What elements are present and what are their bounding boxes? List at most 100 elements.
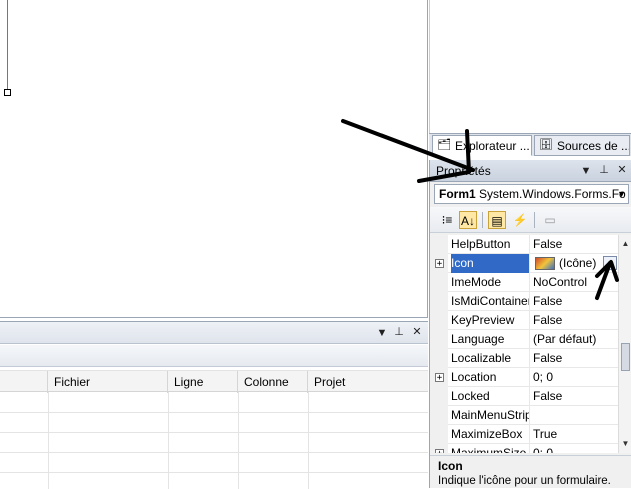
expand-icon[interactable]: + [435,449,444,453]
property-value[interactable]: False [533,235,618,254]
row-gutter [430,330,448,349]
list-column-divider [48,392,49,489]
column-header-blank[interactable] [0,371,48,393]
form-designer-surface[interactable] [0,0,428,318]
property-name: Location [451,368,530,387]
error-list-column-header: Fichier Ligne Colonne Projet [0,370,428,393]
property-value[interactable]: False [533,311,618,330]
property-grid: HelpButton False + Icon (Icône) … ImeMod… [430,235,631,453]
error-list-header: ▼ ⊥ ✕ [0,322,428,344]
property-name: KeyPreview [451,311,530,330]
property-row-language[interactable]: Language (Par défaut) [430,330,618,349]
object-selector-dropdown[interactable]: Form1 System.Windows.Forms.Fo ▼ [434,184,629,204]
description-title: Icon [438,459,463,473]
error-list-toolbar [0,345,428,367]
alphabetical-icon[interactable]: A↓ [459,211,477,229]
property-row-ismdicontainer[interactable]: IsMdiContainer False [430,292,618,311]
tab-label: Sources de ... [557,139,630,153]
property-value[interactable]: 0; 0 [533,368,618,387]
window-position-dropdown-icon[interactable]: ▼ [375,326,389,340]
property-name: ImeMode [451,273,530,292]
property-row-icon[interactable]: + Icon (Icône) … [430,254,618,273]
list-column-divider [168,392,169,489]
solution-explorer-icon: 🗂 [437,139,451,151]
property-row-maximizebox[interactable]: MaximizeBox True [430,425,618,444]
column-header-column[interactable]: Colonne [238,371,308,393]
events-icon[interactable]: ⚡ [511,211,529,229]
list-row-divider [0,452,428,453]
column-header-project[interactable]: Projet [308,371,428,393]
list-column-divider [308,392,309,489]
column-header-file[interactable]: Fichier [48,371,168,393]
row-gutter [430,425,448,444]
property-pages-icon[interactable]: ▭ [541,211,559,229]
property-row-imemode[interactable]: ImeMode NoControl [430,273,618,292]
property-row-mainmenustrip[interactable]: MainMenuStrip [430,406,618,425]
list-row-divider [0,472,428,473]
icon-preview-swatch [535,257,555,270]
property-value[interactable]: False [533,292,618,311]
row-gutter [430,311,448,330]
data-sources-icon: 🗄 [539,139,553,151]
toolbar-separator [482,212,483,228]
property-value-text: (Icône) [559,256,597,270]
property-name: Language [451,330,530,349]
scrollbar-thumb[interactable] [621,343,630,371]
property-value[interactable]: 0; 0 [533,444,618,453]
property-value[interactable]: False [533,349,618,368]
row-gutter: + [430,444,448,453]
properties-title: Propriétés [436,164,491,178]
property-row-localizable[interactable]: Localizable False [430,349,618,368]
property-value[interactable]: (Par défaut) [533,330,618,349]
property-name: Locked [451,387,530,406]
chevron-down-icon: ▼ [617,189,626,199]
properties-icon[interactable]: ▤ [488,211,506,229]
row-gutter [430,292,448,311]
properties-title-bar: Propriétés ▼ ⊥ ✕ [430,160,631,182]
property-name: IsMdiContainer [451,292,530,311]
properties-window: Propriétés ▼ ⊥ ✕ Form1 System.Windows.Fo… [429,160,631,488]
property-row-helpbutton[interactable]: HelpButton False [430,235,618,254]
property-grid-scrollbar[interactable]: ▲ ▼ [618,235,631,453]
scroll-up-icon[interactable]: ▲ [619,237,631,251]
list-row-divider [0,432,428,433]
tab-solution-explorer[interactable]: 🗂 Explorateur ... [432,135,532,156]
row-gutter: + [430,254,448,273]
form-resize-handle[interactable] [4,89,11,96]
property-name: HelpButton [451,235,530,254]
property-row-locked[interactable]: Locked False [430,387,618,406]
toolbar-separator [534,212,535,228]
property-value[interactable]: False [533,387,618,406]
list-column-divider [238,392,239,489]
error-list-panel: ▼ ⊥ ✕ Fichier Ligne Colonne Projet [0,321,428,489]
properties-toolbar: ⁝≡ A↓ ▤ ⚡ ▭ [430,207,631,233]
property-name: MainMenuStrip [451,406,530,425]
expand-icon[interactable]: + [435,373,444,383]
object-name: Form1 [439,187,476,201]
expand-icon[interactable]: + [435,259,444,269]
list-row-divider [0,412,428,413]
property-value[interactable]: (Icône) … [533,254,618,273]
pin-icon[interactable]: ⊥ [392,325,406,339]
scroll-down-icon[interactable]: ▼ [619,437,631,451]
row-gutter [430,406,448,425]
property-value[interactable] [533,406,618,425]
property-row-maximumsize[interactable]: + MaximumSize 0; 0 [430,444,618,453]
categorized-icon[interactable]: ⁝≡ [438,211,456,229]
row-gutter [430,273,448,292]
property-row-keypreview[interactable]: KeyPreview False [430,311,618,330]
property-row-location[interactable]: + Location 0; 0 [430,368,618,387]
column-header-line[interactable]: Ligne [168,371,238,393]
property-name: MaximumSize [451,444,530,453]
property-value[interactable]: True [533,425,618,444]
row-gutter [430,387,448,406]
close-icon[interactable]: ✕ [410,325,424,339]
property-name: Localizable [451,349,530,368]
property-value[interactable]: NoControl [533,273,618,292]
tab-data-sources[interactable]: 🗄 Sources de ... [534,135,630,156]
form-designer-edge [0,0,8,93]
pin-icon[interactable]: ⊥ [597,163,611,177]
ellipsis-button[interactable]: … [603,256,617,270]
window-position-dropdown-icon[interactable]: ▼ [579,164,593,178]
close-icon[interactable]: ✕ [615,163,629,177]
